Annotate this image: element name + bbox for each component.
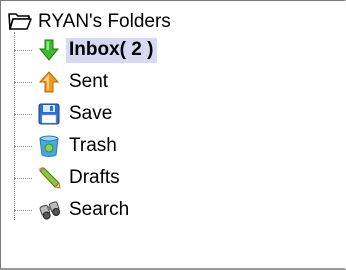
tree-branch-line bbox=[14, 177, 32, 179]
tree-branch-line bbox=[14, 209, 32, 211]
tree-item-drafts[interactable]: Drafts bbox=[14, 162, 124, 194]
tree-item-label: Trash bbox=[69, 134, 117, 156]
tree-branch-line bbox=[14, 113, 32, 115]
tree-item-label: Search bbox=[69, 198, 130, 220]
folder-tree: RYAN's Folders Inbox( 2 ) Sent Save Tras… bbox=[0, 0, 346, 270]
save-disk-icon bbox=[37, 102, 61, 126]
tree-root-ryans-folders[interactable]: RYAN's Folders bbox=[8, 8, 171, 36]
tree-branch-line bbox=[14, 49, 32, 51]
tree-item-search[interactable]: Search bbox=[14, 194, 133, 226]
tree-branch-line bbox=[14, 81, 32, 83]
tree-root-label: RYAN's Folders bbox=[38, 11, 171, 32]
trash-bin-icon bbox=[37, 134, 61, 158]
search-binoculars-icon bbox=[37, 198, 61, 222]
tree-item-label: Save bbox=[69, 102, 113, 124]
drafts-pencil-icon bbox=[37, 166, 61, 190]
tree-item-sent[interactable]: Sent bbox=[14, 66, 112, 98]
folder-open-icon bbox=[8, 10, 32, 34]
tree-item-save[interactable]: Save bbox=[14, 98, 116, 130]
tree-item-label: Inbox( 2 ) bbox=[66, 37, 158, 63]
tree-branch-line bbox=[14, 145, 32, 147]
tree-item-trash[interactable]: Trash bbox=[14, 130, 121, 162]
tree-item-inbox[interactable]: Inbox( 2 ) bbox=[14, 34, 158, 66]
tree-item-label: Sent bbox=[69, 70, 109, 92]
tree-item-label: Drafts bbox=[69, 166, 120, 188]
inbox-arrow-icon bbox=[37, 38, 61, 62]
sent-arrow-icon bbox=[37, 70, 61, 94]
